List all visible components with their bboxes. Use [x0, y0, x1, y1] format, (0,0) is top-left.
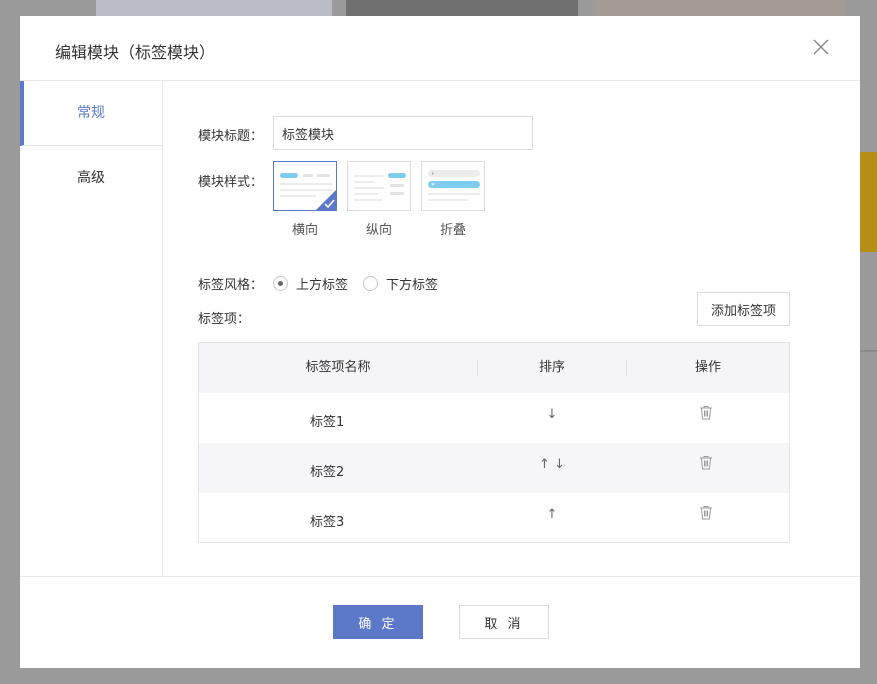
- horizontal-style-preview: [273, 161, 337, 211]
- tab-item-name: 标签1: [310, 415, 345, 430]
- confirm-button[interactable]: 确 定: [333, 605, 423, 639]
- table-row: 标签1 ↓: [199, 393, 789, 443]
- tab-items-label: 标签项：: [198, 312, 251, 327]
- background-card: [346, 0, 578, 16]
- settings-sidenav: 常规 高级: [20, 81, 163, 576]
- table-row: 标签2 ↑ ↓: [199, 443, 789, 493]
- sort-up-arrow[interactable]: ↑: [477, 507, 627, 522]
- radio-button[interactable]: [363, 276, 378, 291]
- general-settings-panel: 模块标题： 模块样式： 横向: [163, 81, 860, 576]
- close-icon[interactable]: [812, 38, 830, 56]
- background-card: [96, 0, 332, 16]
- module-style-label: 模块样式：: [198, 175, 264, 190]
- dialog-header: 编辑模块（标签模块）: [20, 16, 860, 81]
- trash-icon[interactable]: [699, 455, 713, 470]
- checkmark-icon: [315, 189, 336, 210]
- dialog-title: 编辑模块（标签模块）: [55, 43, 216, 62]
- edit-module-dialog: 编辑模块（标签模块） 常规 高级 模块标题： 模块样式：: [20, 16, 860, 668]
- cancel-button[interactable]: 取 消: [459, 605, 549, 639]
- table-row: 标签3 ↑: [199, 493, 789, 543]
- tab-item-name: 标签2: [310, 465, 345, 480]
- sidenav-item-label: 高级: [77, 170, 105, 186]
- vertical-style-preview: [347, 161, 411, 211]
- trash-icon[interactable]: [699, 505, 713, 520]
- radio-top-tabs[interactable]: 上方标签: [273, 274, 348, 293]
- dialog-footer: 确 定 取 消: [20, 576, 860, 668]
- radio-label: 下方标签: [386, 278, 439, 293]
- add-tab-item-button[interactable]: 添加标签项: [697, 292, 790, 326]
- column-header-sort: 排序: [538, 360, 565, 375]
- trash-icon[interactable]: [699, 405, 713, 420]
- radio-label: 上方标签: [296, 278, 349, 293]
- sort-down-arrow[interactable]: ↓: [477, 407, 627, 422]
- background-accent: [860, 152, 877, 252]
- table-header: 标签项名称 排序 操作: [199, 343, 789, 393]
- radio-button[interactable]: [273, 276, 288, 291]
- sidenav-item-advanced[interactable]: 高级: [20, 146, 162, 211]
- sidenav-item-general[interactable]: 常规: [20, 81, 162, 146]
- style-option-label: 横向: [291, 223, 318, 238]
- background-divider: [860, 350, 877, 352]
- column-header-actions: 操作: [694, 360, 721, 375]
- style-option-collapse[interactable]: 折叠: [421, 161, 485, 238]
- style-option-label: 纵向: [365, 223, 392, 238]
- style-option-horizontal[interactable]: 横向: [273, 161, 337, 238]
- tab-style-label: 标签风格：: [198, 278, 264, 293]
- module-title-input[interactable]: [273, 116, 533, 150]
- module-title-label: 模块标题：: [198, 129, 264, 144]
- sort-up-down-arrows[interactable]: ↑ ↓: [477, 457, 627, 472]
- collapse-style-preview: [421, 161, 485, 211]
- style-option-vertical[interactable]: 纵向: [347, 161, 411, 238]
- tab-items-table: 标签项名称 排序 操作 标签1 ↓ 标签2 ↑ ↓ 标签3 ↑: [198, 342, 790, 543]
- column-header-name: 标签项名称: [305, 360, 371, 375]
- background-card: [596, 0, 846, 16]
- style-option-label: 折叠: [439, 223, 466, 238]
- radio-bottom-tabs[interactable]: 下方标签: [363, 274, 438, 293]
- tab-item-name: 标签3: [310, 515, 345, 530]
- sidenav-item-label: 常规: [77, 105, 105, 121]
